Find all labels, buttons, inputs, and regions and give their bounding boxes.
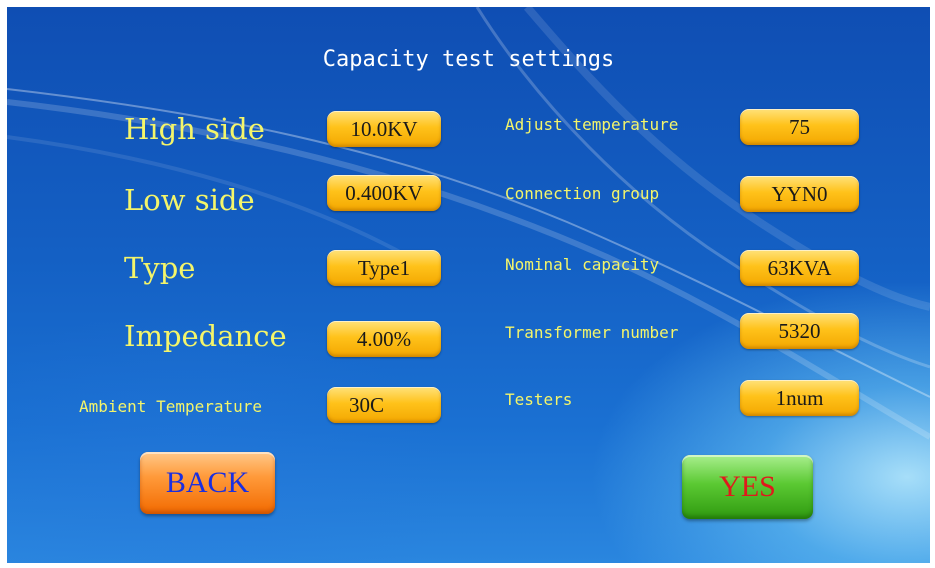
ambient-temperature-value[interactable]: 30C (327, 387, 441, 423)
adjust-temperature-value[interactable]: 75 (740, 109, 859, 145)
ambient-temperature-label: Ambient Temperature (79, 397, 263, 416)
settings-screen: Capacity test settings High side 10.0KV … (7, 7, 930, 563)
nominal-capacity-value[interactable]: 63KVA (740, 250, 859, 286)
connection-group-label: Connection group (505, 184, 660, 203)
testers-value[interactable]: 1num (740, 380, 859, 416)
back-button[interactable]: BACK (140, 452, 275, 514)
yes-button[interactable]: YES (682, 455, 813, 519)
type-value[interactable]: Type1 (327, 250, 441, 286)
high-side-label: High side (124, 112, 265, 146)
impedance-value[interactable]: 4.00% (327, 321, 441, 357)
testers-label: Testers (505, 390, 573, 409)
type-label: Type (124, 251, 196, 285)
connection-group-value[interactable]: YYN0 (740, 176, 859, 212)
low-side-value[interactable]: 0.400KV (327, 175, 441, 211)
transformer-number-value[interactable]: 5320 (740, 313, 859, 349)
adjust-temperature-label: Adjust temperature (505, 115, 679, 134)
impedance-label: Impedance (124, 319, 287, 353)
low-side-label: Low side (124, 183, 255, 217)
page-title: Capacity test settings (322, 47, 615, 72)
nominal-capacity-label: Nominal capacity (505, 255, 660, 274)
high-side-value[interactable]: 10.0KV (327, 111, 441, 147)
transformer-number-label: Transformer number (505, 323, 679, 342)
